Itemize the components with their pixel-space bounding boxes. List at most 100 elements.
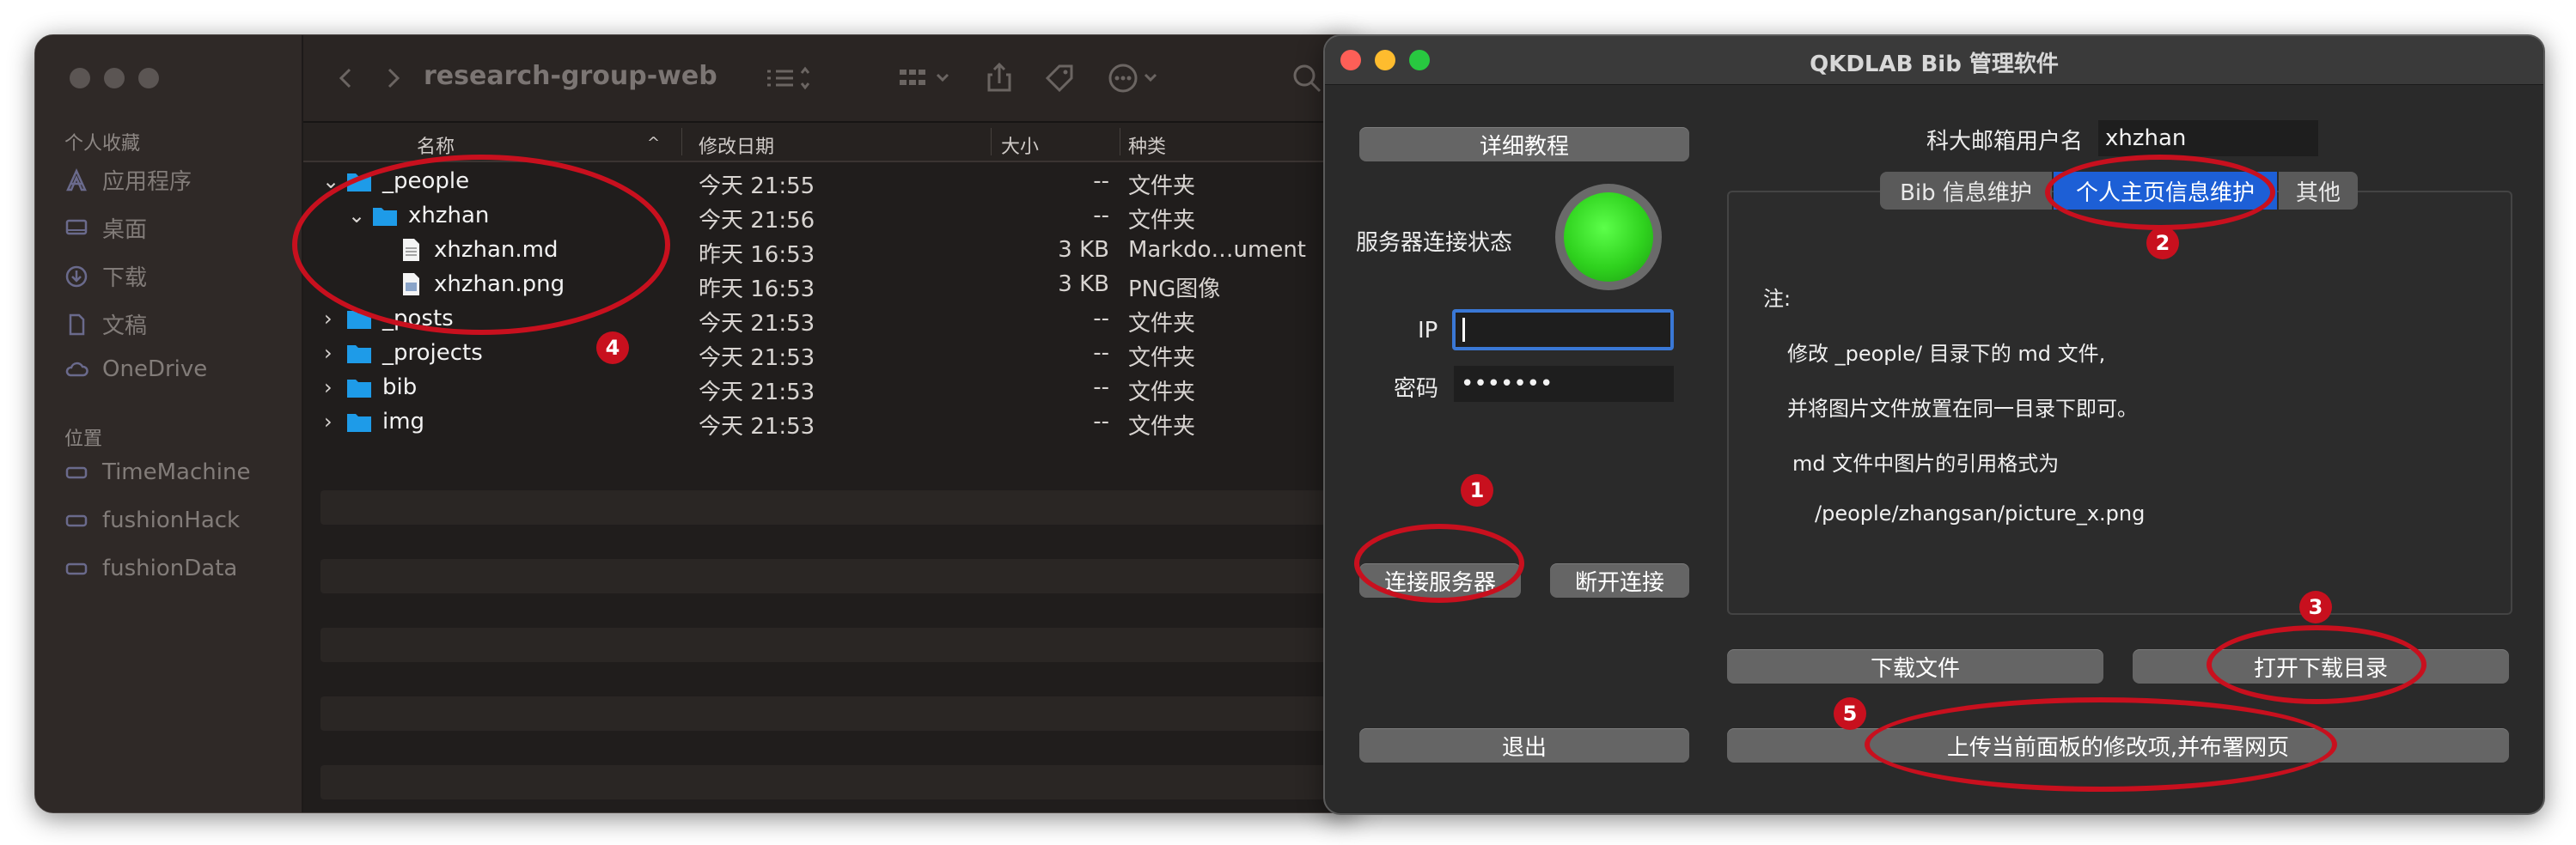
column-kind[interactable]: 种类	[1128, 131, 1166, 159]
disk-icon	[65, 562, 88, 575]
empty-row	[320, 765, 1341, 799]
note-heading: 注:	[1763, 287, 1792, 311]
minimize-window-button[interactable]	[104, 68, 125, 88]
file-date: 今天 21:56	[699, 208, 815, 234]
list-view-button[interactable]	[764, 61, 815, 95]
file-row-bib[interactable]: › bib 今天 21:53 -- 文件夹	[303, 370, 1358, 405]
server-status-label: 服务器连接状态	[1356, 230, 1513, 256]
sidebar-item-label: 应用程序	[102, 169, 192, 195]
sidebar-item-fushionhack[interactable]: fushionHack	[64, 508, 240, 533]
file-row-projects[interactable]: › _projects 今天 21:53 -- 文件夹	[303, 336, 1358, 371]
column-modified[interactable]: 修改日期	[699, 131, 774, 159]
search-button[interactable]	[1290, 61, 1324, 95]
tab-panel: 注: 修改 _people/ 目录下的 md 文件, 并将图片文件放置在同一目录…	[1727, 191, 2512, 615]
disclosure-closed-icon[interactable]: ›	[324, 410, 333, 434]
sidebar-locations-heading: 位置	[64, 429, 103, 450]
back-button[interactable]	[329, 61, 363, 95]
tag-button[interactable]	[1042, 61, 1077, 95]
file-kind: 文件夹	[1128, 173, 1196, 199]
email-field[interactable]: xhzhan	[2098, 120, 2318, 156]
desktop-icon	[65, 219, 88, 234]
more-actions-button[interactable]	[1106, 61, 1166, 95]
exit-button[interactable]: 退出	[1359, 728, 1689, 763]
forward-button[interactable]	[375, 61, 410, 95]
file-size: --	[1093, 374, 1109, 400]
file-size: --	[1093, 340, 1109, 366]
disclosure-closed-icon[interactable]: ›	[324, 341, 333, 365]
disk-icon	[65, 514, 88, 527]
annotation-ring-upload	[1865, 697, 2337, 792]
finder-sidebar: 个人收藏 应用程序 桌面 下载 文稿 OneDrive 位置 TimeMachi…	[35, 35, 303, 812]
file-date: 今天 21:53	[699, 380, 815, 405]
sidebar-item-applications[interactable]: 应用程序	[64, 164, 192, 196]
sidebar-item-label: TimeMachine	[102, 459, 251, 485]
file-kind: Markdo…ument	[1128, 237, 1306, 263]
file-date: 今天 21:55	[699, 173, 815, 199]
share-button[interactable]	[982, 61, 1016, 95]
note-line: md 文件中图片的引用格式为	[1792, 452, 2060, 476]
sidebar-item-desktop[interactable]: 桌面	[64, 212, 147, 244]
empty-row	[320, 696, 1341, 731]
list-view-icon	[767, 66, 810, 90]
note-line: 修改 _people/ 目录下的 md 文件,	[1787, 342, 2106, 366]
sidebar-item-downloads[interactable]: 下载	[64, 260, 147, 292]
password-label: 密码	[1394, 376, 1439, 402]
file-size: 3 KB	[1058, 271, 1109, 297]
file-kind: 文件夹	[1128, 414, 1196, 440]
sort-ascending-icon[interactable]: ^	[647, 134, 660, 152]
file-name: img	[382, 409, 425, 435]
file-size: --	[1093, 168, 1109, 194]
file-name: bib	[382, 374, 418, 400]
window-title: QKDLAB Bib 管理软件	[1810, 52, 2059, 77]
status-led	[1564, 192, 1653, 282]
email-label: 科大邮箱用户名	[1926, 129, 2084, 155]
folder-icon	[347, 380, 371, 398]
file-row-img[interactable]: › img 今天 21:53 -- 文件夹	[303, 404, 1358, 440]
documents-icon	[69, 313, 85, 335]
note-line: 并将图片文件放置在同一目录下即可。	[1787, 397, 2138, 421]
cloud-icon	[65, 362, 89, 377]
close-window-button[interactable]	[70, 68, 90, 88]
sidebar-item-onedrive[interactable]: OneDrive	[64, 356, 207, 382]
ip-input[interactable]	[1452, 309, 1674, 350]
file-name: _projects	[382, 340, 483, 366]
column-size[interactable]: 大小	[1001, 131, 1039, 159]
tab-bib-info[interactable]: Bib 信息维护	[1880, 172, 2052, 210]
file-kind: 文件夹	[1128, 345, 1196, 371]
ellipsis-circle-icon	[1108, 64, 1157, 93]
disclosure-closed-icon[interactable]: ›	[324, 307, 333, 331]
empty-row	[320, 559, 1341, 593]
sidebar-favorites-heading: 个人收藏	[64, 133, 141, 155]
sidebar-item-label: OneDrive	[102, 356, 208, 382]
annotation-ring-connect	[1354, 524, 1524, 603]
file-kind: 文件夹	[1128, 311, 1196, 337]
sidebar-item-fushiondata[interactable]: fushionData	[64, 556, 237, 581]
note-line: /people/zhangsan/picture_x.png	[1815, 502, 2146, 526]
annotation-ring-tab	[2045, 155, 2275, 230]
tutorial-button[interactable]: 详细教程	[1359, 127, 1689, 161]
empty-row	[320, 628, 1341, 662]
file-size: --	[1093, 203, 1109, 228]
file-size: --	[1093, 409, 1109, 435]
disclosure-closed-icon[interactable]: ›	[324, 375, 333, 399]
tab-other[interactable]: 其他	[2279, 172, 2358, 210]
sidebar-item-label: fushionData	[102, 556, 238, 581]
disconnect-button[interactable]: 断开连接	[1550, 563, 1689, 598]
group-button[interactable]	[896, 61, 956, 95]
zoom-window-button[interactable]	[138, 68, 159, 88]
password-input[interactable]: •••••••	[1454, 366, 1674, 402]
file-date: 昨天 16:53	[699, 277, 815, 302]
file-date: 昨天 16:53	[699, 242, 815, 268]
window-title: research-group-web	[424, 61, 717, 91]
column-name[interactable]: 名称	[417, 131, 455, 159]
folder-icon	[347, 345, 371, 363]
sidebar-item-documents[interactable]: 文稿	[64, 308, 147, 340]
tag-icon	[1045, 64, 1073, 93]
download-file-button[interactable]: 下载文件	[1727, 649, 2103, 684]
sidebar-item-timemachine[interactable]: TimeMachine	[64, 459, 250, 485]
folder-icon	[347, 414, 371, 432]
finder-main: research-group-web 名称 ^ 修改日期 大小 种类 ⌄ _pe…	[303, 35, 1358, 812]
sidebar-item-label: 文稿	[102, 313, 148, 339]
search-icon	[1293, 64, 1322, 93]
text-cursor	[1462, 318, 1465, 342]
